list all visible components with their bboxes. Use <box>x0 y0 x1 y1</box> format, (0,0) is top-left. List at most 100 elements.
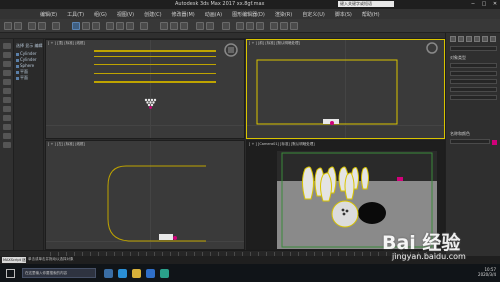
search-input[interactable]: 键入关键字或短语 <box>338 1 394 7</box>
render-setup-icon[interactable] <box>270 22 278 30</box>
edge-browser-icon[interactable] <box>118 269 127 278</box>
maxscript-listener[interactable]: MAXScript 迷你侦 <box>2 257 26 268</box>
freeze-shortcut-icon[interactable] <box>3 142 11 148</box>
motion-shortcut-icon[interactable] <box>3 70 11 76</box>
name-color-heading[interactable]: 名称和颜色 <box>450 131 497 137</box>
object-type-button[interactable] <box>450 95 497 100</box>
move-icon[interactable] <box>106 22 114 30</box>
system-clock[interactable]: 10:57 2020/3/4 <box>478 267 496 277</box>
viewport-left[interactable]: [ + ] [左] [标准] [线框] <box>45 140 245 250</box>
close-button[interactable]: ✕ <box>492 1 498 7</box>
snap-toggle-icon[interactable] <box>160 22 168 30</box>
reference-coord-icon[interactable] <box>140 22 148 30</box>
left-tool-strip <box>0 39 14 262</box>
pins-top <box>144 98 157 109</box>
task-view-icon[interactable] <box>104 269 113 278</box>
menu-edit[interactable]: 编辑(E) <box>40 11 57 18</box>
angle-snap-icon[interactable] <box>170 22 178 30</box>
rect-selection-icon[interactable] <box>92 22 100 30</box>
link-icon[interactable] <box>28 22 36 30</box>
title-bar: Autodesk 3ds Max 2017 xx.8gf.max 键入关键字或短… <box>0 0 500 9</box>
object-type-button[interactable] <box>450 79 497 84</box>
menu-help[interactable]: 帮助(H) <box>362 11 380 18</box>
align-icon[interactable] <box>206 22 214 30</box>
viewport-top[interactable]: [ + ] [顶] [标准] [线框] <box>45 39 245 139</box>
menu-scripting[interactable]: 脚本(S) <box>335 11 352 18</box>
file-explorer-icon[interactable] <box>132 269 141 278</box>
menu-animation[interactable]: 动画(A) <box>205 11 222 18</box>
menu-customize[interactable]: 自定义(U) <box>302 11 325 18</box>
create-tab-icon[interactable] <box>450 36 456 42</box>
sort-shortcut-icon[interactable] <box>3 115 11 121</box>
utilities-shortcut-icon[interactable] <box>3 88 11 94</box>
left-view-geometry <box>107 165 206 242</box>
unlink-icon[interactable] <box>38 22 46 30</box>
modify-tab-icon[interactable] <box>458 36 464 42</box>
render-production-icon[interactable] <box>290 22 298 30</box>
object-type-heading[interactable]: 对象类型 <box>450 55 497 61</box>
hide-shortcut-icon[interactable] <box>3 133 11 139</box>
maximize-button[interactable]: □ <box>481 1 487 7</box>
menu-rendering[interactable]: 渲染(R) <box>275 11 292 18</box>
baidu-watermark-logo: Bai 经验 <box>382 232 461 254</box>
top-view-geometry <box>94 43 238 109</box>
mirror-icon[interactable] <box>196 22 204 30</box>
schematic-view-icon[interactable] <box>246 22 254 30</box>
taskbar-search[interactable]: 在这里输入你要搜索的内容 <box>22 268 96 278</box>
undo-icon[interactable] <box>4 22 12 30</box>
find-shortcut-icon[interactable] <box>3 124 11 130</box>
filter-shortcut-icon[interactable] <box>3 106 11 112</box>
modify-shortcut-icon[interactable] <box>3 52 11 58</box>
selection-filter-icon[interactable] <box>52 22 60 30</box>
select-by-name-icon[interactable] <box>82 22 90 30</box>
minimize-button[interactable]: ─ <box>470 1 476 7</box>
hierarchy-tab-icon[interactable] <box>466 36 472 42</box>
windows-taskbar: 在这里输入你要搜索的内容 10:57 2020/3/4 <box>0 264 500 282</box>
main-toolbar <box>0 19 500 33</box>
material-editor-icon[interactable] <box>256 22 264 30</box>
object-color-swatch[interactable] <box>492 140 497 145</box>
layer-shortcut-icon[interactable] <box>3 97 11 103</box>
baidu-watermark-url: jingyan.baidu.com <box>392 252 466 261</box>
object-type-button[interactable] <box>450 87 497 92</box>
rendered-frame-icon[interactable] <box>280 22 288 30</box>
hierarchy-shortcut-icon[interactable] <box>3 61 11 67</box>
scene-object-row[interactable]: 平面 <box>16 75 28 81</box>
scene-object-row[interactable]: Cylinder <box>16 57 37 62</box>
object-name-field[interactable] <box>450 139 490 144</box>
menu-modifiers[interactable]: 修改器(M) <box>172 11 195 18</box>
redo-icon[interactable] <box>14 22 22 30</box>
menu-views[interactable]: 视图(V) <box>117 11 134 18</box>
window-title: Autodesk 3ds Max 2017 xx.8gf.max <box>175 1 265 7</box>
viewport-front[interactable]: [ + ] [前] [标准] [默认明暗处理] <box>246 39 445 139</box>
rotate-icon[interactable] <box>116 22 124 30</box>
menu-create[interactable]: 创建(C) <box>144 11 161 18</box>
object-type-button[interactable] <box>450 71 497 76</box>
store-icon[interactable] <box>146 269 155 278</box>
create-shortcut-icon[interactable] <box>3 43 11 49</box>
select-object-icon[interactable] <box>72 22 80 30</box>
3ds-max-taskbar-icon[interactable] <box>160 269 169 278</box>
menu-tools[interactable]: 工具(T) <box>67 11 84 18</box>
category-dropdown[interactable] <box>450 46 497 51</box>
object-type-button[interactable] <box>450 63 497 68</box>
menu-group[interactable]: 组(G) <box>94 11 107 18</box>
percent-snap-icon[interactable] <box>180 22 188 30</box>
status-prompt: 单击或单击并拖动以选择对象 <box>28 257 74 261</box>
layer-manager-icon[interactable] <box>222 22 230 30</box>
utilities-tab-icon[interactable] <box>490 36 496 42</box>
scale-icon[interactable] <box>126 22 134 30</box>
windows-start-icon[interactable] <box>6 269 15 278</box>
front-view-geometry <box>256 42 438 125</box>
object-icon <box>16 64 19 68</box>
scene-object-row[interactable]: Sphere <box>16 63 34 68</box>
menu-graph-editors[interactable]: 图形编辑器(D) <box>232 11 265 18</box>
display-tab-icon[interactable] <box>482 36 488 42</box>
scene-object-row[interactable]: Cylinder <box>16 51 37 56</box>
object-icon <box>16 52 19 56</box>
object-icon <box>16 76 19 80</box>
motion-tab-icon[interactable] <box>474 36 480 42</box>
scene-explorer-header: 选择 显示 编辑 <box>16 43 43 48</box>
display-shortcut-icon[interactable] <box>3 79 11 85</box>
curve-editor-icon[interactable] <box>236 22 244 30</box>
